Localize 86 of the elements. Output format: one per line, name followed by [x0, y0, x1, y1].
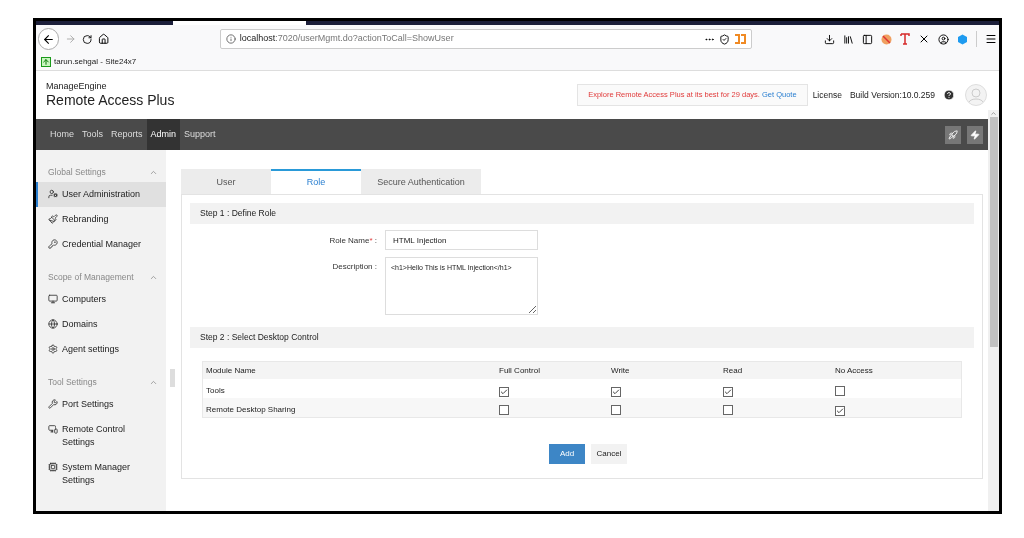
chip-icon — [48, 462, 58, 472]
monitors-icon — [48, 424, 58, 434]
section-header: Step 1 : Define Role — [190, 203, 974, 224]
sidebar-label: User Administration — [62, 188, 142, 201]
column-header: Full Control — [498, 364, 541, 377]
account-icon[interactable] — [938, 33, 949, 45]
checkbox[interactable] — [723, 387, 733, 397]
key-icon — [48, 239, 58, 249]
serif-t-icon[interactable] — [900, 33, 910, 45]
checkbox[interactable] — [499, 387, 509, 397]
sidebar-label: Credential Manager — [62, 238, 143, 251]
checkbox[interactable] — [611, 405, 621, 415]
user-icon — [48, 189, 58, 199]
license-link[interactable]: License — [812, 88, 842, 102]
sidebar-label: Rebranding — [62, 213, 110, 226]
library-icon[interactable] — [843, 33, 854, 45]
cancel-button[interactable]: Cancel — [591, 444, 627, 464]
help-icon[interactable] — [943, 89, 955, 101]
table-cell-text: Tools — [205, 385, 226, 397]
info-icon[interactable] — [225, 34, 236, 44]
gear-icon — [48, 344, 58, 354]
sidebar-item[interactable]: Credential Manager — [36, 232, 166, 257]
address-bar[interactable]: localhost:7020/userMgmt.do?actionToCall=ShowUser — [219, 29, 752, 49]
add-button[interactable]: Add — [549, 444, 585, 464]
sidebar-item[interactable]: System Manager Settings — [36, 455, 166, 493]
reload-icon[interactable] — [82, 33, 93, 45]
bookmark-icon — [41, 56, 51, 67]
sidebar-label: Domains — [62, 318, 99, 331]
product-title: Remote Access Plus — [46, 92, 175, 109]
rocket-button[interactable] — [945, 125, 961, 144]
table-cell-text: Remote Desktop Sharing — [205, 404, 297, 416]
sidebar-item[interactable]: User Administration — [36, 182, 166, 207]
checkbox[interactable] — [835, 406, 845, 416]
section-header: Step 2 : Select Desktop Control — [190, 327, 974, 348]
back-arrow-icon — [41, 32, 55, 46]
role-name-label: Role Name* : — [329, 235, 377, 247]
sidebar-item[interactable]: Agent settings — [36, 337, 166, 362]
tab[interactable]: Secure Authentication — [361, 169, 481, 194]
role-name-field[interactable]: HTML Injection — [385, 230, 538, 250]
blocked-icon[interactable] — [881, 33, 892, 45]
nav-tab[interactable]: Home — [46, 119, 78, 150]
monitor-icon — [48, 294, 58, 304]
sidebar-label: Computers — [62, 293, 107, 306]
column-header: No Access — [834, 364, 874, 377]
collapse-handle[interactable] — [169, 369, 175, 387]
checkbox[interactable] — [611, 387, 621, 397]
globe-icon — [48, 319, 58, 329]
column-header: Module Name — [205, 364, 257, 377]
sidebar-item[interactable]: Port Settings — [36, 392, 166, 417]
column-header: Write — [610, 364, 631, 377]
menu-icon[interactable] — [985, 33, 997, 45]
back-button[interactable] — [38, 28, 59, 50]
tab[interactable]: User — [181, 169, 271, 194]
section-title: Scope of Management — [48, 270, 134, 284]
flash-button[interactable] — [967, 125, 983, 144]
checkbox[interactable] — [723, 405, 733, 415]
sidebar-item[interactable]: Domains — [36, 312, 166, 337]
checkbox[interactable] — [835, 386, 845, 396]
sidebar-item[interactable]: Computers — [36, 287, 166, 312]
nav-tab[interactable]: Reports — [107, 119, 147, 150]
column-header: Read — [722, 364, 744, 377]
x-icon[interactable] — [918, 33, 930, 45]
nav-tab[interactable]: Tools — [78, 119, 108, 150]
nav-tab[interactable]: Support — [180, 119, 220, 150]
description-label: Description : — [332, 261, 377, 273]
sidebar-label: Port Settings — [62, 398, 115, 411]
bookmark-link[interactable]: tarun.sehgal - Site24x7 — [54, 55, 137, 68]
sidebar-icon[interactable] — [862, 33, 873, 45]
pocket-icon[interactable] — [719, 33, 730, 45]
sidebar-label: Remote Control Settings — [62, 423, 127, 449]
wrench-icon — [48, 399, 58, 409]
home-icon[interactable] — [98, 33, 110, 45]
nav-tab[interactable]: Admin — [146, 119, 181, 150]
brush-icon — [48, 214, 58, 224]
cube-icon[interactable] — [957, 33, 968, 45]
brand-subtitle: ManageEngine — [46, 81, 108, 92]
sidebar-item[interactable]: Rebranding — [36, 207, 166, 232]
section-title: Tool Settings — [48, 375, 97, 389]
sidebar-label: System Manager Settings — [62, 461, 132, 487]
sidebar-label: Agent settings — [62, 343, 121, 356]
sidebar-item[interactable]: Remote Control Settings — [36, 417, 166, 455]
download-icon[interactable] — [824, 33, 835, 45]
build-version: Build Version:10.0.259 — [849, 88, 935, 102]
url-text: localhost:7020/userMgmt.do?actionToCall=ShowUser — [239, 32, 454, 46]
checkbox[interactable] — [499, 405, 509, 415]
section-title: Global Settings — [48, 165, 106, 179]
